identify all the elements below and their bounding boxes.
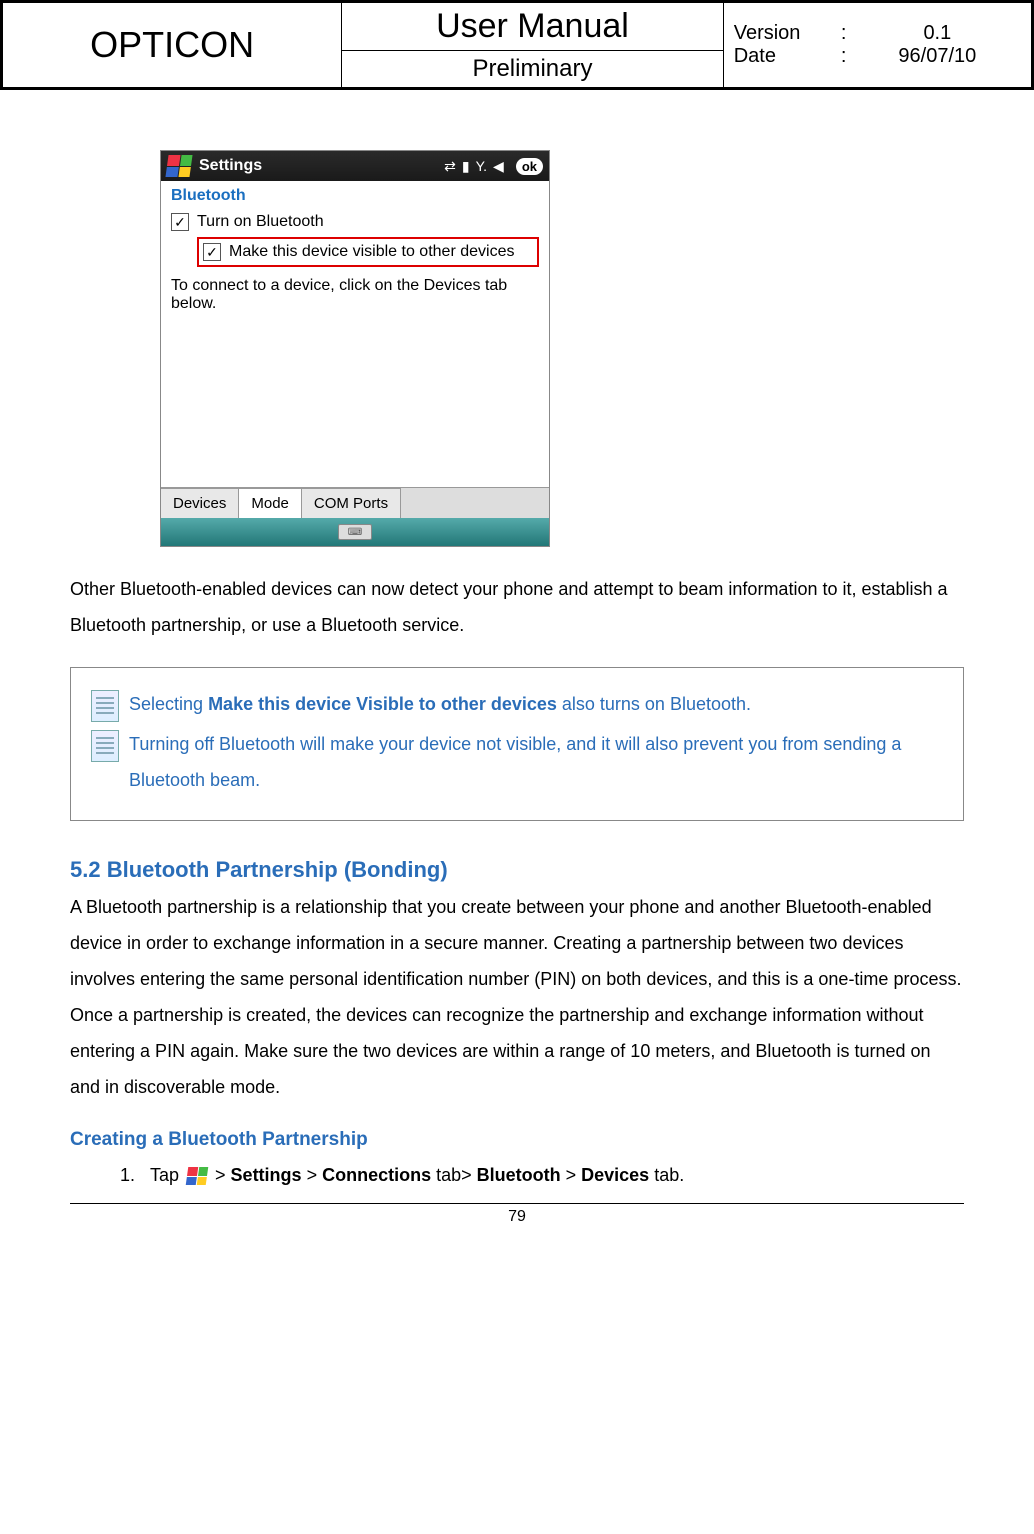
turn-on-bluetooth-row[interactable]: ✓ Turn on Bluetooth (171, 213, 539, 231)
keyboard-icon[interactable]: ⌨ (338, 524, 372, 540)
note2-text: Turning off Bluetooth will make your dev… (129, 726, 943, 798)
windows-flag-icon (165, 155, 192, 177)
note-icon (91, 690, 119, 722)
note-icon (91, 730, 119, 762)
section-heading: 5.2 Bluetooth Partnership (Bonding) (70, 857, 964, 883)
notes-box: Selecting Make this device Visible to ot… (70, 667, 964, 821)
version-label: Version (734, 22, 834, 45)
manual-subtitle: Preliminary (342, 51, 723, 89)
device-screenshot: Settings ⇄ ▮ Y. ◀ ok Bluetooth ✓ Turn on… (160, 150, 550, 547)
bottom-bar: ⌨ (161, 518, 549, 546)
section-body: A Bluetooth partnership is a relationshi… (70, 889, 964, 1105)
page-number: 79 (70, 1203, 964, 1226)
steps-list: Tap > Settings > Connections tab> Blueto… (110, 1157, 964, 1193)
bluetooth-section-label: Bluetooth (161, 181, 549, 207)
subsection-heading: Creating a Bluetooth Partnership (70, 1129, 964, 1151)
titlebar-title: Settings (199, 157, 444, 175)
titlebar: Settings ⇄ ▮ Y. ◀ ok (161, 151, 549, 181)
ok-button[interactable]: ok (516, 158, 543, 175)
note1-pre: Selecting (129, 694, 208, 714)
connect-hint-text: To connect to a device, click on the Dev… (171, 277, 539, 313)
make-visible-checkbox[interactable]: ✓ (203, 243, 221, 261)
make-visible-row[interactable]: ✓ Make this device visible to other devi… (203, 243, 531, 261)
connection-icon: ⇄ (444, 158, 456, 175)
turn-on-bluetooth-label: Turn on Bluetooth (197, 213, 324, 231)
version-value: 0.1 (854, 22, 1021, 45)
speaker-icon: ◀ (493, 158, 504, 175)
note1-bold: Make this device Visible to other device… (208, 694, 557, 714)
tab-bar: Devices Mode COM Ports (161, 487, 549, 518)
manual-title: User Manual (342, 2, 723, 51)
tab-devices[interactable]: Devices (161, 488, 239, 518)
note1-post: also turns on Bluetooth. (557, 694, 751, 714)
make-visible-label: Make this device visible to other device… (229, 243, 514, 261)
brand-cell: OPTICON (2, 2, 342, 89)
note-1: Selecting Make this device Visible to ot… (91, 686, 943, 722)
status-icons: ⇄ ▮ Y. ◀ ok (444, 158, 543, 175)
version-date-cell: Version : 0.1 Date : 96/07/10 (723, 2, 1032, 89)
antenna-icon: Y. (476, 158, 487, 174)
note-2: Turning off Bluetooth will make your dev… (91, 726, 943, 798)
visible-highlight-box: ✓ Make this device visible to other devi… (197, 237, 539, 267)
intro-paragraph: Other Bluetooth-enabled devices can now … (70, 571, 964, 643)
start-flag-icon (186, 1167, 209, 1185)
date-value: 96/07/10 (854, 45, 1021, 68)
turn-on-bluetooth-checkbox[interactable]: ✓ (171, 213, 189, 231)
date-label: Date (734, 45, 834, 68)
tab-mode[interactable]: Mode (239, 488, 302, 518)
tab-com-ports[interactable]: COM Ports (302, 488, 401, 518)
signal-icon: ▮ (462, 158, 470, 175)
page-header: OPTICON User Manual Version : 0.1 Date :… (0, 0, 1034, 90)
step-1: Tap > Settings > Connections tab> Blueto… (140, 1157, 964, 1193)
